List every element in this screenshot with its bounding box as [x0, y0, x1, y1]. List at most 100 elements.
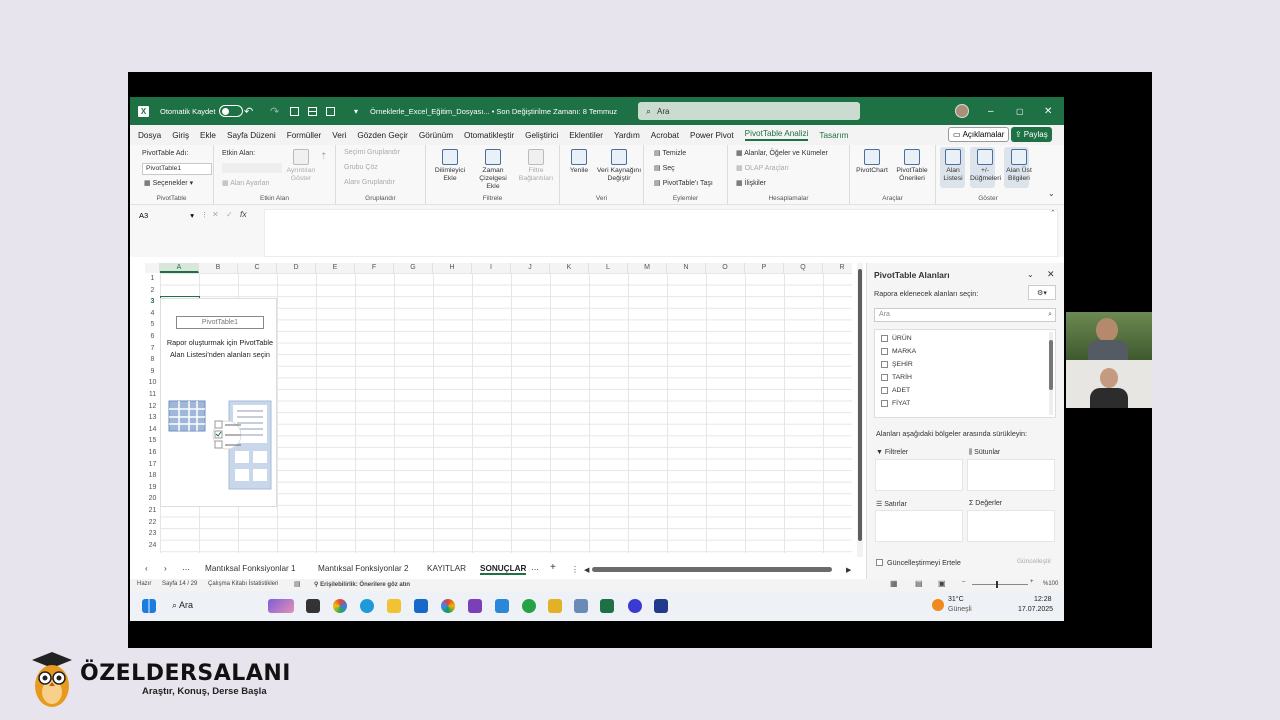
copilot-icon[interactable]: [333, 599, 347, 613]
column-header-m[interactable]: M: [628, 263, 667, 273]
field-list-button[interactable]: Alan Listesi: [940, 149, 966, 183]
select-all-corner[interactable]: [145, 263, 160, 273]
windows-start-icon[interactable]: [142, 599, 156, 613]
ungroup-button[interactable]: Grubu Çöz: [344, 164, 378, 171]
field-settings-button[interactable]: ▦ Alan Ayarları: [222, 179, 270, 187]
menu-sayfa-duzeni[interactable]: Sayfa Düzeni: [227, 131, 276, 140]
pane-settings-gear-icon[interactable]: ⚙▾: [1028, 285, 1056, 300]
group-selection-button[interactable]: Seçimi Gruplandır: [344, 149, 400, 156]
minimize-icon[interactable]: –: [988, 97, 994, 125]
change-data-source-button[interactable]: Veri Kaynağını Değiştir: [596, 149, 642, 183]
row-header-21[interactable]: 21: [145, 505, 160, 517]
page-break-icon[interactable]: ▣: [938, 579, 946, 588]
formula-input[interactable]: [264, 209, 1058, 257]
todo-icon[interactable]: [495, 599, 509, 613]
redo-icon[interactable]: ↷: [270, 97, 279, 125]
defer-update-checkbox[interactable]: [876, 559, 883, 566]
field-list-scrollbar[interactable]: [1049, 332, 1053, 415]
row-header-4[interactable]: 4: [145, 308, 160, 320]
insert-slicer-button[interactable]: Dilimleyici Ekle: [430, 149, 470, 183]
expand-formula-icon[interactable]: ⌃: [1050, 209, 1056, 217]
widgets-icon[interactable]: [268, 599, 294, 613]
row-header-16[interactable]: 16: [145, 447, 160, 459]
cells-area[interactable]: PivotTable1 Rapor oluşturmak için PivotT…: [160, 273, 852, 553]
calculator-icon[interactable]: [574, 599, 588, 613]
menu-giris[interactable]: Giriş: [172, 131, 189, 140]
weather-temp[interactable]: 31°C: [948, 596, 964, 603]
field-headers-button[interactable]: Alan Üst Bilgileri: [1004, 149, 1034, 183]
clear-button[interactable]: ▤ Temizle: [654, 149, 686, 157]
select-button[interactable]: ▤ Seç: [654, 164, 675, 172]
form-icon[interactable]: [326, 97, 335, 125]
cancel-icon[interactable]: ✕: [212, 210, 219, 219]
tab-kayitlar[interactable]: KAYITLAR: [427, 564, 466, 573]
menu-pivottable-analizi[interactable]: PivotTable Analizi: [744, 129, 809, 141]
macro-icon[interactable]: ▤: [294, 580, 301, 588]
excel-taskbar-icon[interactable]: [600, 599, 614, 613]
chrome-icon[interactable]: [441, 599, 455, 613]
zoom-level[interactable]: %100: [1043, 581, 1058, 587]
refresh-button[interactable]: Yenile: [564, 149, 594, 175]
column-header-b[interactable]: B: [199, 263, 238, 273]
column-header-n[interactable]: N: [667, 263, 706, 273]
group-field-button[interactable]: Alanı Gruplandır: [344, 179, 395, 186]
tab-options-icon[interactable]: ⋮: [571, 564, 579, 574]
menu-eklentiler[interactable]: Eklentiler: [569, 131, 603, 140]
field-adet[interactable]: ADET: [881, 387, 910, 394]
menu-formuller[interactable]: Formüller: [287, 131, 322, 140]
add-sheet-icon[interactable]: +: [550, 562, 556, 573]
task-view-icon[interactable]: [306, 599, 320, 613]
insert-timeline-button[interactable]: Zaman Çizelgesi Ekle: [472, 149, 514, 191]
page-layout-icon[interactable]: ▤: [915, 579, 923, 588]
file-title[interactable]: Örneklerle_Excel_Eğitim_Dosyası... • Son…: [370, 97, 617, 125]
move-pivottable-button[interactable]: ▤ PivotTable'ı Taşı: [654, 179, 713, 187]
column-header-k[interactable]: K: [550, 263, 589, 273]
pane-options-chevron-icon[interactable]: ⌄: [1027, 270, 1034, 279]
autosave-toggle[interactable]: [219, 105, 244, 117]
insert-function-icon[interactable]: fx: [240, 209, 247, 219]
taskbar-date[interactable]: 17.07.2025: [1018, 606, 1053, 613]
pane-close-icon[interactable]: ✕: [1047, 269, 1055, 280]
column-header-h[interactable]: H: [433, 263, 472, 273]
field-checkbox[interactable]: [881, 348, 888, 355]
field-fiyat[interactable]: FİYAT: [881, 400, 910, 407]
zoom-app-icon[interactable]: [628, 599, 642, 613]
field-checkbox[interactable]: [881, 374, 888, 381]
edge-icon[interactable]: [360, 599, 374, 613]
row-header-3[interactable]: 3: [145, 296, 160, 308]
field-checkbox[interactable]: [881, 400, 888, 407]
values-drop-area[interactable]: [967, 510, 1055, 542]
share-button[interactable]: ⇪ Paylaş: [1011, 127, 1052, 142]
row-header-7[interactable]: 7: [145, 343, 160, 355]
onenote-icon[interactable]: [468, 599, 482, 613]
column-header-j[interactable]: J: [511, 263, 550, 273]
taskbar-time[interactable]: 12:28: [1034, 596, 1052, 603]
file-explorer-icon[interactable]: [387, 599, 401, 613]
column-header-d[interactable]: D: [277, 263, 316, 273]
worksheet-grid[interactable]: ABCDEFGHIJKLMNOPQR 1 2 3 4 5 6 7 8 9 10 11 12 13 14 15…: [145, 263, 852, 553]
outlook-icon[interactable]: [414, 599, 428, 613]
field-list-scroll-thumb[interactable]: [1049, 340, 1053, 390]
field-search-input[interactable]: Ara ⌕: [874, 308, 1056, 322]
weather-desc[interactable]: Güneşli: [948, 606, 972, 613]
row-header-2[interactable]: 2: [145, 285, 160, 297]
more-tabs-icon[interactable]: ⋯: [531, 564, 539, 574]
workbook-stats[interactable]: Çalışma Kitabı İstatistikleri: [208, 581, 278, 587]
column-header-r[interactable]: R: [823, 263, 852, 273]
scroll-left-icon[interactable]: ◀: [584, 566, 589, 574]
prev-sheet-icon[interactable]: ‹: [145, 564, 148, 573]
zoom-in-icon[interactable]: +: [1030, 579, 1034, 585]
menu-gelistirici[interactable]: Geliştirici: [525, 131, 558, 140]
column-header-l[interactable]: L: [589, 263, 628, 273]
tab-mantiksal-fonksiyonlar-1[interactable]: Mantıksal Fonksiyonlar 1: [205, 564, 296, 573]
field-marka[interactable]: MARKA: [881, 348, 916, 355]
menu-otomatiklestir[interactable]: Otomatikleştir: [464, 131, 514, 140]
zoom-slider-thumb[interactable]: [996, 581, 998, 588]
row-header-5[interactable]: 5: [145, 319, 160, 331]
row-header-13[interactable]: 13: [145, 412, 160, 424]
relationships-button[interactable]: ▦ İlişkiler: [736, 179, 766, 187]
table-icon[interactable]: [308, 97, 317, 125]
field-checkbox[interactable]: [881, 361, 888, 368]
field-sehir[interactable]: ŞEHİR: [881, 361, 913, 368]
restore-icon[interactable]: ▢: [1016, 97, 1024, 125]
